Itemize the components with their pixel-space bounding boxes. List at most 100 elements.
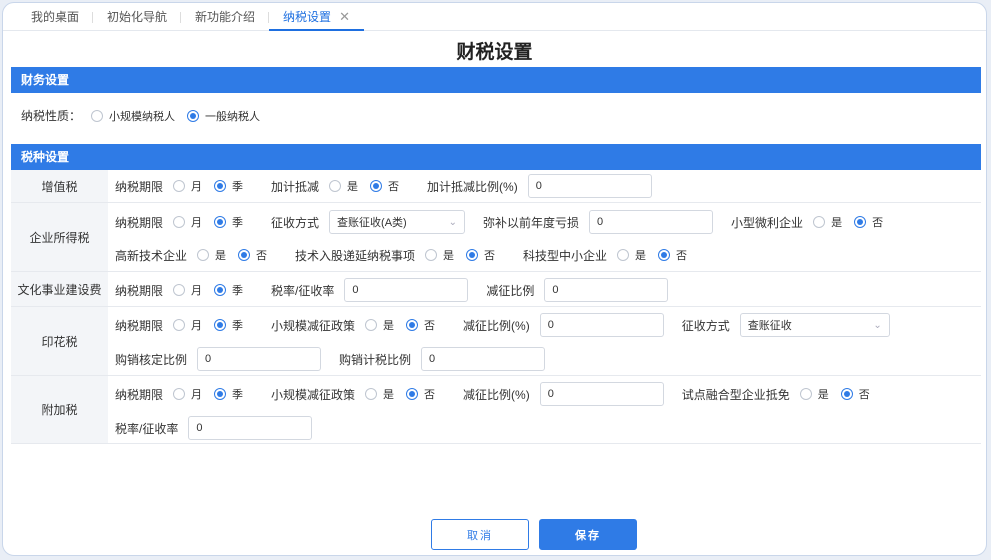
radio-label: 月 bbox=[191, 320, 203, 332]
radio-checked-icon bbox=[214, 284, 227, 296]
radio-no[interactable]: 否 bbox=[406, 317, 435, 333]
extra-ratio-input[interactable]: 0 bbox=[527, 174, 652, 198]
radio-checked-icon bbox=[214, 216, 227, 228]
radio-quarter[interactable]: 季 bbox=[214, 178, 243, 194]
cit-label: 企业所得税 bbox=[11, 203, 108, 271]
radio-label: 否 bbox=[424, 389, 436, 401]
radio-label: 是 bbox=[831, 217, 843, 229]
surcharge-line-2: 税率/征收率 0 bbox=[115, 416, 313, 440]
save-button[interactable]: 保存 bbox=[539, 519, 637, 550]
tax-ratio-label: 购销计税比例 bbox=[339, 352, 412, 367]
loss-input[interactable]: 0 bbox=[589, 210, 714, 234]
radio-checked-icon bbox=[854, 216, 867, 228]
close-icon[interactable]: ✕ bbox=[339, 9, 350, 24]
radio-label: 是 bbox=[635, 250, 647, 262]
tab-new-features[interactable]: 新功能介绍 bbox=[181, 3, 270, 31]
radio-general-taxpayer[interactable]: 一般纳税人 bbox=[187, 108, 260, 124]
radio-icon bbox=[329, 180, 342, 192]
radio-month[interactable]: 月 bbox=[173, 178, 202, 194]
page-title: 财税设置 bbox=[456, 42, 533, 63]
reduce-label: 减征比例(%) bbox=[463, 318, 530, 333]
radio-label: 是 bbox=[383, 389, 395, 401]
reduce-label: 减征比例(%) bbox=[463, 387, 530, 402]
radio-label: 否 bbox=[676, 250, 688, 262]
cit-line-2: 高新技术企业 是 否 技术入股递延纳税事项 是 否 科技型中小企业 是 否 bbox=[115, 243, 699, 267]
taxpayer-type-label: 纳税性质： bbox=[21, 109, 82, 123]
radio-month[interactable]: 月 bbox=[173, 317, 202, 333]
radio-label: 月 bbox=[191, 181, 203, 193]
levy-method-label: 征收方式 bbox=[681, 318, 730, 333]
radio-no[interactable]: 否 bbox=[238, 247, 267, 263]
rate-input[interactable]: 0 bbox=[344, 278, 469, 302]
radio-quarter[interactable]: 季 bbox=[214, 386, 243, 402]
culture-line: 纳税期限 月 季 税率/征收率 0 减征比例 0 bbox=[115, 278, 669, 302]
radio-no[interactable]: 否 bbox=[466, 247, 495, 263]
radio-icon bbox=[617, 249, 630, 261]
radio-label: 是 bbox=[215, 250, 227, 262]
radio-label: 季 bbox=[232, 320, 244, 332]
radio-no[interactable]: 否 bbox=[658, 247, 687, 263]
radio-yes[interactable]: 是 bbox=[799, 386, 829, 402]
rate-label: 税率/征收率 bbox=[115, 421, 179, 436]
tab-tax-settings[interactable]: 纳税设置 ✕ bbox=[269, 3, 364, 31]
surcharge-line-1: 纳税期限 月 季 小规模减征政策 是 否 减征比例(%) 0 试点融合型企业抵免… bbox=[115, 382, 882, 406]
surcharge-row: 附加税 纳税期限 月 季 小规模减征政策 是 否 减征比例(%) 0 试点融合型… bbox=[11, 376, 981, 444]
radio-yes[interactable]: 是 bbox=[365, 317, 394, 333]
radio-checked-icon bbox=[187, 109, 200, 122]
radio-no[interactable]: 否 bbox=[406, 386, 435, 402]
radio-month[interactable]: 月 bbox=[173, 214, 202, 230]
rate-input[interactable]: 0 bbox=[188, 416, 313, 440]
chevron-down-icon: ⌄ bbox=[873, 319, 882, 331]
radio-yes[interactable]: 是 bbox=[617, 247, 646, 263]
reduce-input[interactable]: 0 bbox=[539, 313, 664, 337]
radio-icon bbox=[365, 388, 378, 400]
radio-checked-icon bbox=[840, 388, 853, 400]
tab-init-nav[interactable]: 初始化导航 bbox=[93, 3, 182, 31]
purchase-ratio-input[interactable]: 0 bbox=[197, 347, 322, 371]
small-policy-label: 小规模减征政策 bbox=[271, 387, 356, 402]
radio-yes[interactable]: 是 bbox=[365, 386, 394, 402]
vat-line: 纳税期限 月 季 加计抵减 是 否 加计抵减比例(%) 0 bbox=[115, 174, 652, 198]
radio-label: 一般纳税人 bbox=[205, 110, 261, 123]
radio-small-taxpayer[interactable]: 小规模纳税人 bbox=[91, 108, 175, 124]
radio-icon bbox=[173, 216, 186, 228]
radio-quarter[interactable]: 季 bbox=[214, 214, 243, 230]
radio-label: 否 bbox=[256, 250, 268, 262]
radio-quarter[interactable]: 季 bbox=[214, 317, 243, 333]
levy-method-select[interactable]: 查账征收(A类) ⌄ bbox=[329, 210, 466, 234]
radio-yes[interactable]: 是 bbox=[425, 247, 454, 263]
loss-label: 弥补以前年度亏损 bbox=[483, 215, 580, 230]
radio-label: 否 bbox=[484, 250, 496, 262]
reduce-input[interactable]: 0 bbox=[539, 382, 664, 406]
radio-icon bbox=[91, 109, 104, 122]
stamp-line-1: 纳税期限 月 季 小规模减征政策 是 否 减征比例(%) 0 征收方式 查账征收… bbox=[115, 313, 890, 337]
radio-no[interactable]: 否 bbox=[370, 178, 399, 194]
tab-desktop[interactable]: 我的桌面 bbox=[17, 3, 94, 31]
cit-line-1: 纳税期限 月 季 征收方式 查账征收(A类) ⌄ 弥补以前年度亏损 0 小型微利企… bbox=[115, 210, 895, 234]
radio-quarter[interactable]: 季 bbox=[214, 282, 243, 298]
radio-label: 是 bbox=[347, 181, 359, 193]
radio-yes[interactable]: 是 bbox=[329, 178, 358, 194]
tax-ratio-input[interactable]: 0 bbox=[421, 347, 546, 371]
rate-label: 税率/征收率 bbox=[271, 283, 335, 298]
radio-icon bbox=[173, 284, 186, 296]
stamp-line-2: 购销核定比例 0 购销计税比例 0 bbox=[115, 347, 546, 371]
radio-label: 否 bbox=[388, 181, 400, 193]
stamp-tax-row: 印花税 纳税期限 月 季 小规模减征政策 是 否 减征比例(%) 0 征收方式 … bbox=[11, 307, 981, 376]
radio-no[interactable]: 否 bbox=[854, 214, 883, 230]
radio-month[interactable]: 月 bbox=[173, 282, 202, 298]
select-value: 查账征收(A类) bbox=[337, 217, 407, 229]
radio-checked-icon bbox=[370, 180, 383, 192]
radio-checked-icon bbox=[406, 319, 419, 331]
radio-yes[interactable]: 是 bbox=[813, 214, 842, 230]
radio-no[interactable]: 否 bbox=[840, 386, 870, 402]
small-policy-label: 小规模减征政策 bbox=[271, 318, 356, 333]
radio-label: 季 bbox=[232, 389, 244, 401]
radio-yes[interactable]: 是 bbox=[197, 247, 226, 263]
radio-month[interactable]: 月 bbox=[173, 386, 202, 402]
reduce-input[interactable]: 0 bbox=[544, 278, 669, 302]
radio-checked-icon bbox=[214, 388, 227, 400]
levy-method-select[interactable]: 查账征收 ⌄ bbox=[739, 313, 890, 337]
radio-icon bbox=[799, 388, 812, 400]
cancel-button[interactable]: 取消 bbox=[431, 519, 529, 550]
